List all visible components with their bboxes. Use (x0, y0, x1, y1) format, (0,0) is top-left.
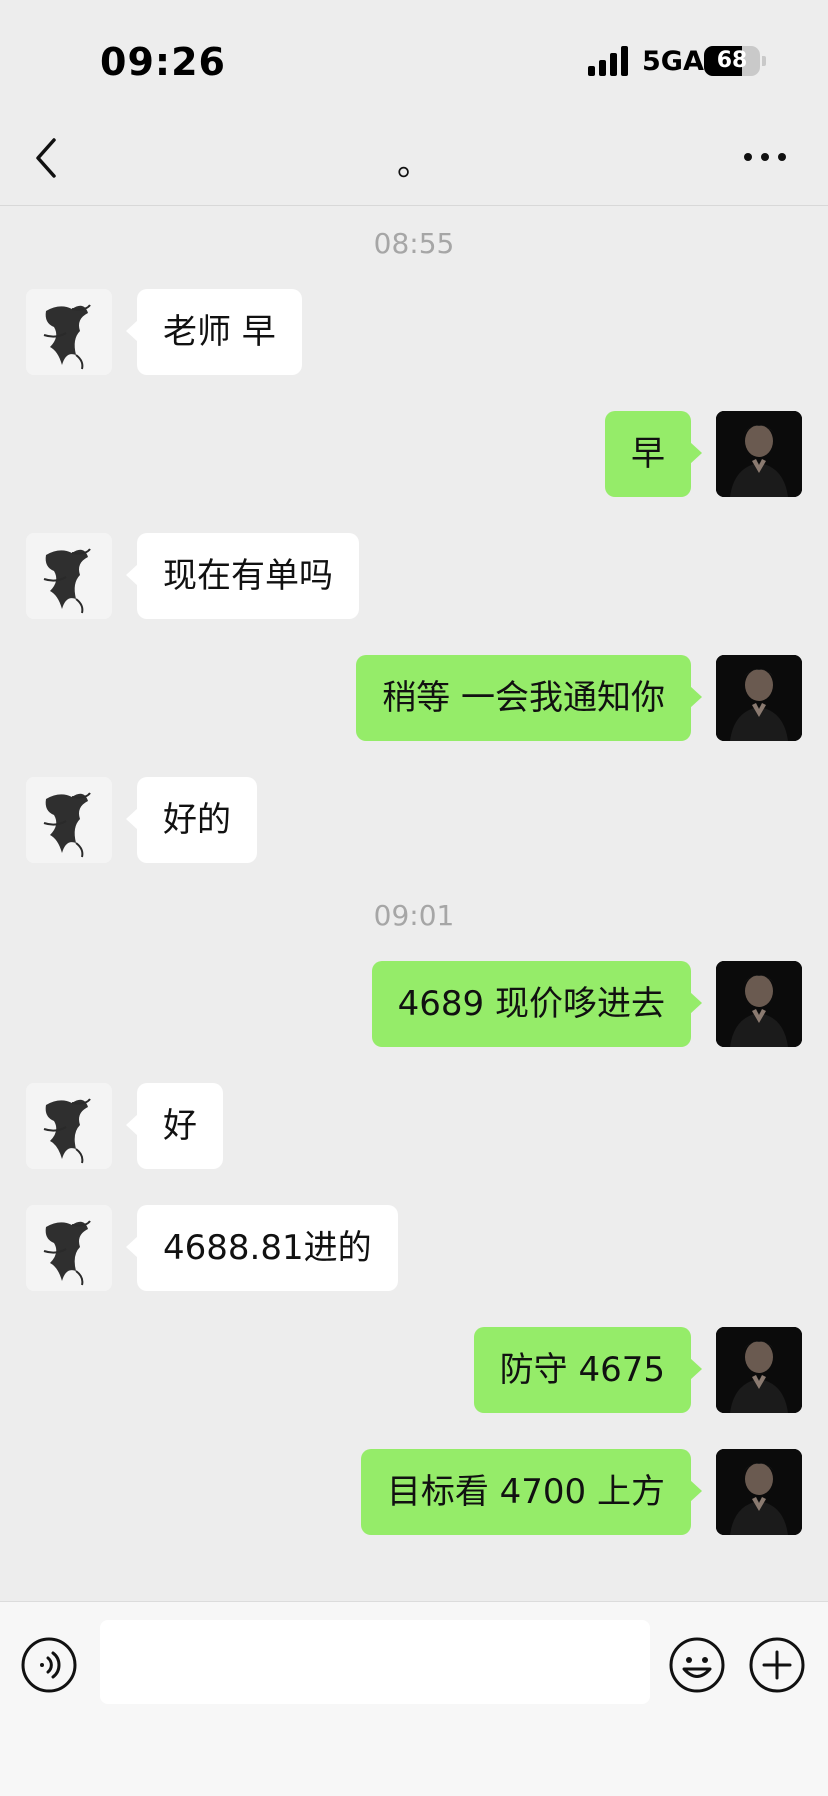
my-avatar[interactable] (716, 1327, 802, 1413)
timestamp: 08:55 (373, 227, 455, 260)
received-message-bubble[interactable]: 好 (126, 1083, 223, 1169)
contact-avatar[interactable] (26, 289, 112, 375)
contact-avatar[interactable] (26, 533, 112, 619)
status-time: 09:26 (100, 40, 226, 84)
battery-icon: 68 (704, 46, 766, 76)
sent-message-bubble[interactable]: 早 (605, 411, 702, 497)
more-dots-icon[interactable] (740, 144, 790, 170)
voice-icon[interactable] (20, 1636, 78, 1694)
my-avatar[interactable] (716, 1449, 802, 1535)
sent-message-bubble[interactable]: 稍等 一会我通知你 (356, 655, 702, 741)
contact-avatar[interactable] (26, 1205, 112, 1291)
my-avatar[interactable] (716, 655, 802, 741)
my-avatar[interactable] (716, 961, 802, 1047)
input-bar (0, 1601, 828, 1796)
nav-bar: 。 (0, 110, 828, 206)
battery-level-text: 68 (716, 48, 748, 73)
plus-icon[interactable] (748, 1636, 806, 1694)
received-message-bubble[interactable]: 现在有单吗 (126, 533, 359, 619)
network-label: 5GA (642, 46, 704, 77)
sent-message-bubble[interactable]: 4689 现价哆进去 (371, 961, 703, 1047)
received-message-bubble[interactable]: 老师 早 (126, 289, 302, 375)
chat-message-list[interactable]: 08:55 老师 早早现在有单吗稍等 一会我通知你好的 09:01 4689 现价哆进… (0, 207, 828, 1601)
sent-message-bubble[interactable]: 防守 4675 (473, 1327, 703, 1413)
contact-avatar[interactable] (26, 777, 112, 863)
my-avatar[interactable] (716, 411, 802, 497)
contact-avatar[interactable] (26, 1083, 112, 1169)
sent-message-bubble[interactable]: 目标看 4700 上方 (360, 1449, 703, 1535)
timestamp: 09:01 (373, 899, 455, 932)
received-message-bubble[interactable]: 好的 (126, 777, 257, 863)
message-input[interactable] (100, 1620, 650, 1704)
status-bar: 09:26 5GA 68 (0, 0, 828, 110)
chat-title: 。 (397, 144, 431, 184)
received-message-bubble[interactable]: 4688.81进的 (126, 1205, 398, 1291)
signal-icon (588, 46, 628, 76)
emoji-icon[interactable] (668, 1636, 726, 1694)
